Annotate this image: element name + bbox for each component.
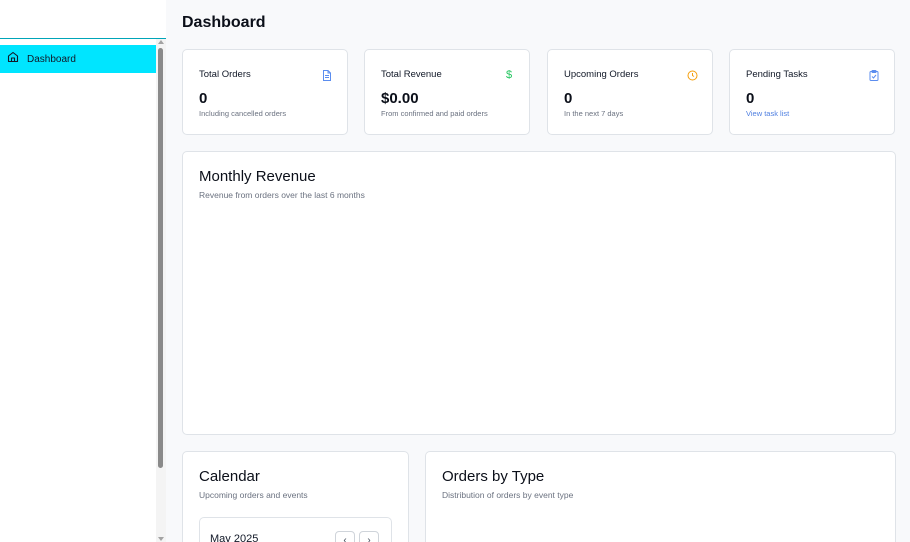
orders-by-type-card: Orders by Type Distribution of orders by… (425, 451, 896, 542)
stat-value: 0 (746, 90, 755, 107)
monthly-revenue-subtitle: Revenue from orders over the last 6 mont… (199, 190, 365, 200)
clock-icon (686, 69, 698, 81)
scrollbar-thumb[interactable] (158, 48, 163, 468)
document-icon (321, 69, 333, 81)
scroll-up-icon[interactable] (158, 40, 164, 44)
stat-card-total-orders: Total Orders 0 Including cancelled order… (182, 49, 348, 135)
stat-subtext: From confirmed and paid orders (381, 109, 488, 118)
scroll-down-icon[interactable] (158, 537, 164, 541)
sidebar-header (0, 0, 166, 39)
calendar-card: Calendar Upcoming orders and events May … (182, 451, 409, 542)
sidebar-scrollbar[interactable] (156, 39, 166, 542)
stat-title: Pending Tasks (746, 69, 808, 80)
sidebar-item-label: Dashboard (27, 53, 76, 65)
stat-card-pending-tasks: Pending Tasks 0 View task list (729, 49, 895, 135)
calendar-month-label: May 2025 (210, 533, 259, 542)
orders-by-type-subtitle: Distribution of orders by event type (442, 490, 574, 500)
monthly-revenue-title: Monthly Revenue (199, 168, 316, 185)
calendar-subtitle: Upcoming orders and events (199, 490, 308, 500)
stat-card-total-revenue: Total Revenue $ $0.00 From confirmed and… (364, 49, 530, 135)
sidebar-item-dashboard[interactable]: Dashboard (0, 45, 156, 73)
clipboard-icon (868, 69, 880, 81)
monthly-revenue-card: Monthly Revenue Revenue from orders over… (182, 151, 896, 435)
calendar-title: Calendar (199, 468, 260, 485)
stat-value: $0.00 (381, 90, 419, 107)
sidebar: Dashboard (0, 0, 166, 542)
stat-title: Total Orders (199, 69, 251, 80)
view-task-list-link[interactable]: View task list (746, 109, 789, 118)
stat-title: Upcoming Orders (564, 69, 639, 80)
home-icon (7, 50, 19, 68)
app-root: Dashboard Dashboard Total Orders 0 Inclu… (0, 0, 910, 542)
stat-card-upcoming-orders: Upcoming Orders 0 In the next 7 days (547, 49, 713, 135)
calendar-widget: May 2025 ‹ › (199, 517, 392, 542)
calendar-next-button[interactable]: › (359, 531, 379, 542)
calendar-prev-button[interactable]: ‹ (335, 531, 355, 542)
orders-by-type-title: Orders by Type (442, 468, 545, 485)
stat-subtext: Including cancelled orders (199, 109, 287, 118)
stat-value: 0 (199, 90, 208, 107)
dollar-icon: $ (505, 69, 513, 81)
page-title: Dashboard (182, 14, 266, 31)
stat-title: Total Revenue (381, 69, 442, 80)
stat-value: 0 (564, 90, 573, 107)
stat-subtext: In the next 7 days (564, 109, 624, 118)
